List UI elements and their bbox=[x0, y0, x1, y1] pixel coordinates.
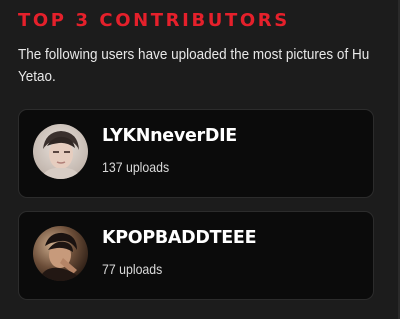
top-contributors-panel: TOP 3 CONTRIBUTORS The following users h… bbox=[0, 0, 400, 319]
contributor-card[interactable]: LYKNneverDIE 137 uploads bbox=[18, 109, 374, 198]
upload-count: 137 uploads bbox=[102, 159, 170, 175]
section-description: The following users have uploaded the mo… bbox=[18, 46, 370, 85]
avatar[interactable] bbox=[33, 124, 88, 179]
contributor-username[interactable]: KPOPBADDTEEE bbox=[102, 228, 257, 248]
avatar-photo-icon bbox=[33, 124, 88, 179]
contributor-username[interactable]: LYKNneverDIE bbox=[102, 126, 237, 146]
section-title: TOP 3 CONTRIBUTORS bbox=[18, 10, 290, 31]
upload-count: 77 uploads bbox=[102, 261, 163, 277]
avatar-photo-icon bbox=[33, 226, 88, 281]
contributor-card[interactable]: KPOPBADDTEEE 77 uploads bbox=[18, 211, 374, 300]
avatar[interactable] bbox=[33, 226, 88, 281]
